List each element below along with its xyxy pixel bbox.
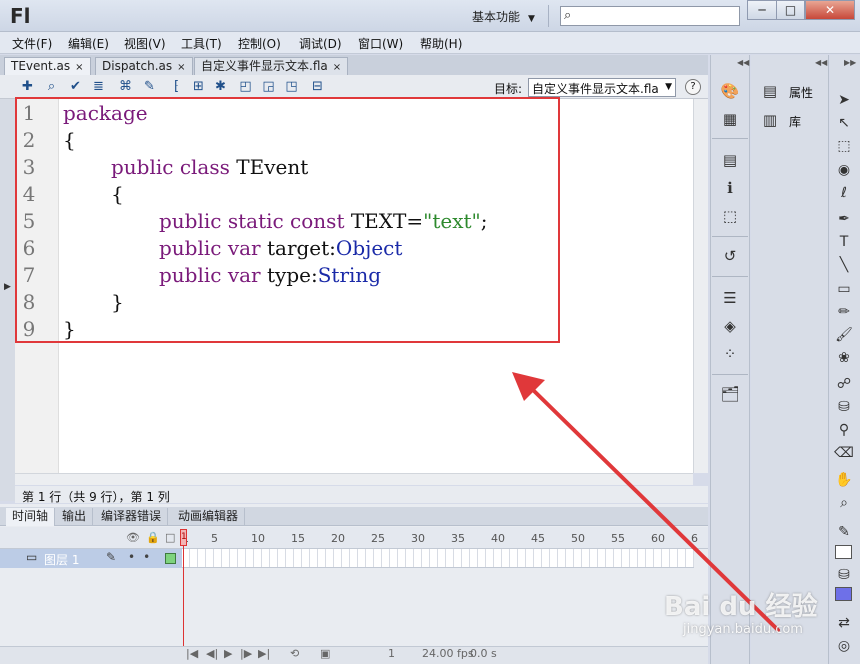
watermark-logo: Bai du 经验 bbox=[664, 592, 818, 622]
annotation-arrow bbox=[512, 372, 780, 632]
watermark-url: jingyan.baidu.com bbox=[683, 622, 803, 637]
